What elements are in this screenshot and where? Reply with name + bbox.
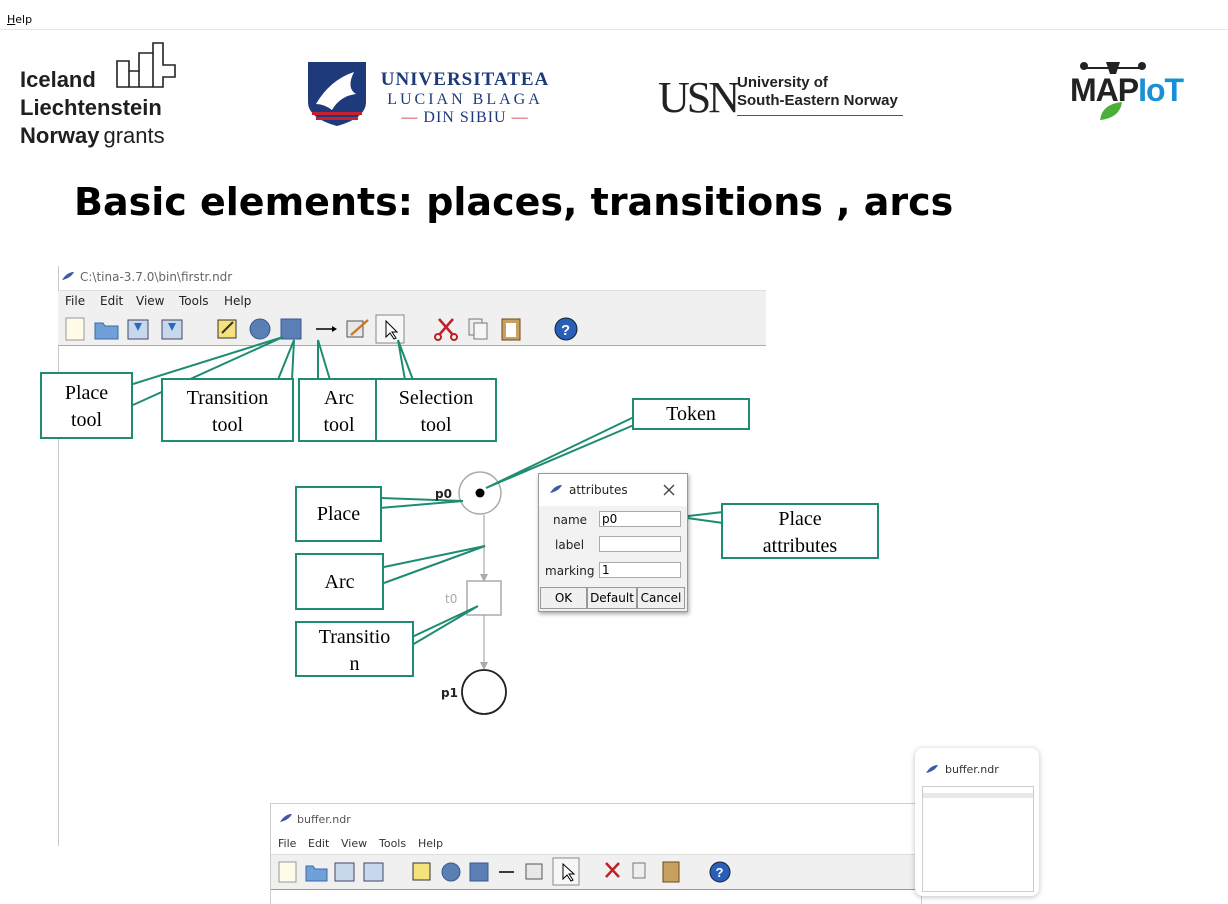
arc-tool-pointer <box>317 339 331 381</box>
attributes-dialog-title: attributes <box>569 483 628 497</box>
selection-tool-callout-line-2: tool <box>420 414 452 436</box>
place-attributes-callout-line-1: Place <box>778 508 822 530</box>
attributes-dialog: attributes name label marking OK Default… <box>538 473 688 612</box>
buffer-menu-file[interactable]: File <box>278 837 296 850</box>
default-button[interactable]: Default <box>587 587 637 609</box>
save-as-icon <box>363 862 384 882</box>
place-p1[interactable] <box>461 669 507 715</box>
copy-icon <box>632 862 646 879</box>
buffer-window-thumbnail[interactable]: buffer.ndr <box>915 748 1039 896</box>
transition-tool-callout-line-2: tool <box>211 414 244 436</box>
label-field[interactable] <box>599 536 681 552</box>
transition-callout-line-2: n <box>349 653 360 675</box>
transition-tool-callout-line-1: Transition <box>186 387 269 409</box>
marking-field[interactable] <box>599 562 681 578</box>
name-field-label: name <box>553 513 588 527</box>
name-field[interactable] <box>599 511 681 527</box>
selection-tool-pointer <box>397 339 414 381</box>
place-p0[interactable] <box>458 471 502 515</box>
p1-label: p1 <box>441 686 458 700</box>
thumbnail-title: buffer.ndr <box>945 763 999 776</box>
token-callout: Token <box>632 398 750 430</box>
buffer-menubar: File Edit View Tools Help <box>271 834 921 852</box>
thumbnail-preview <box>922 786 1034 892</box>
transition-callout-line-1: Transitio <box>318 626 391 648</box>
buffer-app-icon <box>280 814 292 822</box>
cut-icon <box>605 862 620 878</box>
close-icon[interactable] <box>662 483 676 497</box>
open-folder-icon <box>305 865 328 882</box>
buffer-menu-view[interactable]: View <box>341 837 367 850</box>
arc-tool-callout: Arc tool <box>298 378 380 442</box>
label-field-label: label <box>555 538 585 552</box>
buffer-menu-help[interactable]: Help <box>418 837 443 850</box>
thumbnail-toolbar <box>923 793 1033 798</box>
buffer-window[interactable]: buffer.ndr File Edit View Tools Help ? <box>270 803 922 904</box>
svg-text:?: ? <box>716 865 724 880</box>
buffer-toolbar-icons: ? <box>278 857 731 886</box>
selection-tool-callout: Selection tool <box>375 378 497 442</box>
edit-tool-icon <box>525 863 543 880</box>
arc-tool-callout-line-1: Arc <box>324 387 354 409</box>
ok-button[interactable]: OK <box>540 587 587 609</box>
place-tool-callout-line-2: tool <box>70 409 103 431</box>
marking-field-label: marking <box>545 564 595 578</box>
paste-icon <box>662 861 680 883</box>
place-tool-callout: Place tool <box>40 372 133 439</box>
t0-label: t0 <box>445 592 458 606</box>
petri-net-canvas <box>132 336 724 715</box>
new-file-icon <box>278 861 297 883</box>
buffer-menu-tools[interactable]: Tools <box>379 837 406 850</box>
transition-pointer <box>411 605 479 646</box>
arc-tool-callout-line-2: tool <box>323 414 355 436</box>
thumbnail-app-icon <box>926 765 938 773</box>
buffer-window-title: buffer.ndr <box>297 813 351 826</box>
token-dot <box>475 488 485 498</box>
place-tool-callout-line-1: Place <box>64 382 109 404</box>
place-attributes-callout: Place attributes <box>721 503 879 559</box>
place-callout: Place <box>295 486 382 542</box>
save-icon <box>334 862 355 882</box>
buffer-menu-edit[interactable]: Edit <box>308 837 329 850</box>
buffer-toolbar: ? <box>271 854 921 890</box>
selection-tool-callout-line-1: Selection <box>398 387 474 409</box>
place-attributes-callout-line-2: attributes <box>762 535 838 557</box>
arc-t0-p1[interactable] <box>480 615 488 670</box>
arc-p0-t0[interactable] <box>480 515 488 582</box>
attributes-dialog-header: attributes <box>539 474 687 506</box>
dialog-app-icon <box>550 485 562 493</box>
edit-note-icon <box>412 862 431 881</box>
transition-tool-icon <box>469 862 489 882</box>
cancel-button[interactable]: Cancel <box>637 587 685 609</box>
p0-label: p0 <box>435 487 452 501</box>
arc-pointer <box>383 545 486 584</box>
arc-callout: Arc <box>295 553 384 610</box>
transition-callout: Transitio n <box>295 621 414 677</box>
place-tool-icon <box>441 862 461 882</box>
transition-tool-callout: Transition tool <box>161 378 294 442</box>
